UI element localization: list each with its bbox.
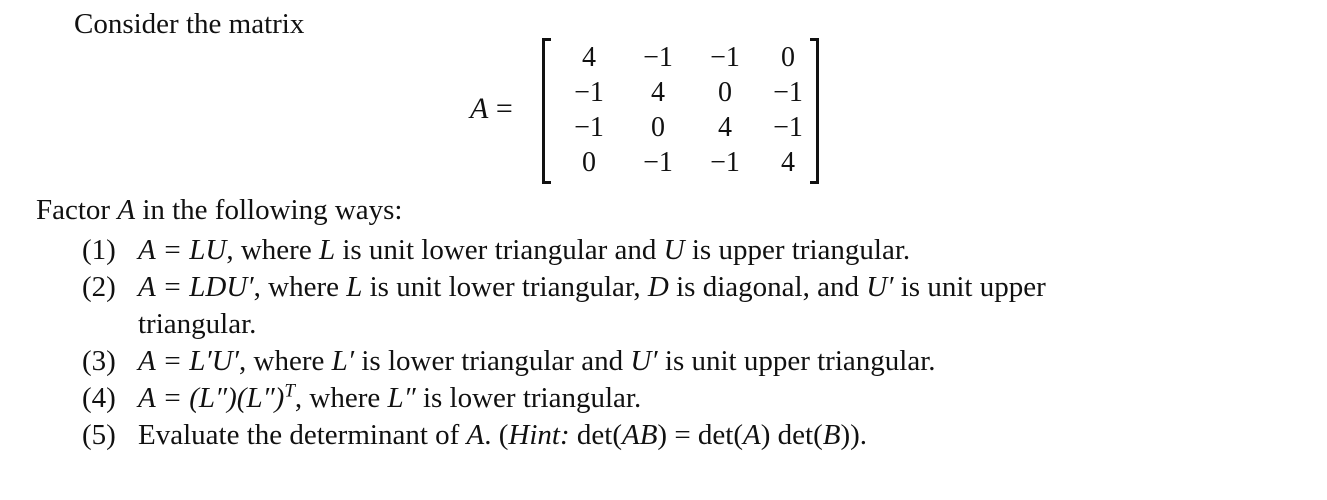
matrix-cell: −1 (574, 112, 604, 143)
task-list: (1) A = LU, where L is unit lower triangu… (82, 232, 1292, 454)
text-run: . ( (484, 419, 509, 451)
math-expression: U′ (630, 345, 658, 377)
text-run: det( (569, 419, 622, 451)
text-run: is diagonal, and (668, 271, 867, 303)
math-expression: A = (L″)(L″) (138, 382, 285, 414)
matrix-cell: 0 (718, 77, 732, 108)
math-expression: L (346, 271, 363, 303)
right-bracket (810, 38, 819, 184)
matrix-lhs: A = (470, 92, 513, 126)
text-run: , where (294, 382, 388, 414)
task-number: (1) (82, 234, 116, 266)
math-expression: A = L′U′ (138, 345, 240, 377)
math-expression: A (743, 419, 761, 451)
task-text: A = (L″)(L″)T, where L″ is lower triangu… (138, 380, 1292, 417)
text-run: is unit upper (893, 271, 1046, 303)
task-number: (5) (82, 419, 116, 451)
text-run: )). (840, 419, 868, 451)
lead-before: Factor (36, 194, 118, 226)
task-number: (4) (82, 382, 116, 414)
text-run: , where (253, 271, 347, 303)
matrix-cell: −1 (574, 77, 604, 108)
left-bracket (542, 38, 551, 184)
instructions-lead: Factor A in the following ways: (36, 192, 402, 228)
matrix-grid: 4 −1 −1 0 −1 4 0 −1 −1 0 4 −1 0 −1 −1 4 (554, 40, 806, 180)
matrix-cell: 4 (651, 77, 665, 108)
math-expression: L′ (331, 345, 355, 377)
task-number: (2) (82, 271, 116, 303)
matrix-cell: 0 (582, 147, 596, 178)
math-expression: Hint: (508, 419, 570, 451)
math-expression: U (663, 234, 685, 266)
math-expression: L″ (387, 382, 416, 414)
task-item: (2) A = LDU′, where L is unit lower trian… (82, 269, 1292, 343)
task-text-continuation: triangular. (138, 308, 257, 340)
math-expression: A = LDU′ (138, 271, 254, 303)
matrix-cell: −1 (643, 147, 673, 178)
math-expression: A = LU (138, 234, 227, 266)
text-run: , where (226, 234, 319, 266)
text-run: Evaluate the determinant of (138, 419, 467, 451)
task-text: A = LDU′, where L is unit lower triangul… (138, 269, 1292, 306)
matrix-cell: −1 (710, 42, 740, 73)
matrix-cell: 4 (781, 147, 795, 178)
text-run: , where (239, 345, 332, 377)
superscript: T (284, 380, 295, 402)
lead-after: in the following ways: (135, 194, 403, 226)
math-expression: U′ (866, 271, 894, 303)
text-run: is lower triangular and (354, 345, 631, 377)
matrix-cell: 0 (781, 42, 795, 73)
text-run: is lower triangular. (415, 382, 642, 414)
matrix-cell: −1 (773, 112, 803, 143)
task-text: Evaluate the determinant of A. (Hint: de… (138, 417, 1292, 454)
task-text: A = L′U′, where L′ is lower triangular a… (138, 343, 1292, 380)
task-number: (3) (82, 345, 116, 377)
equals-sign: = (495, 92, 513, 125)
math-expression: A (466, 419, 485, 451)
text-run: is unit upper triangular. (657, 345, 936, 377)
task-item: (3) A = L′U′, where L′ is lower triangula… (82, 343, 1292, 380)
task-item: (5) Evaluate the determinant of A. (Hint:… (82, 417, 1292, 454)
text-run: ) = det( (657, 419, 744, 451)
task-item: (4) A = (L″)(L″)T, where L″ is lower tria… (82, 380, 1292, 417)
task-item: (1) A = LU, where L is unit lower triangu… (82, 232, 1292, 269)
task-text: A = LU, where L is unit lower triangular… (138, 232, 1292, 269)
math-expression: D (647, 271, 669, 303)
text-run: is upper triangular. (684, 234, 911, 266)
math-expression: AB (621, 419, 658, 451)
matrix-cell: 4 (718, 112, 732, 143)
math-expression: L (318, 234, 336, 266)
text-run: ) det( (760, 419, 823, 451)
text-run: is unit lower triangular, (362, 271, 648, 303)
intro-text: Consider the matrix (74, 8, 305, 40)
matrix-cell: −1 (710, 147, 740, 178)
math-expression: B (822, 419, 841, 451)
lead-var: A (117, 194, 136, 226)
matrix-cell: 4 (582, 42, 596, 73)
matrix-cell: −1 (643, 42, 673, 73)
matrix-cell: 0 (651, 112, 665, 143)
text-run: is unit lower triangular and (335, 234, 664, 266)
matrix-cell: −1 (773, 77, 803, 108)
matrix-name: A (470, 92, 489, 125)
